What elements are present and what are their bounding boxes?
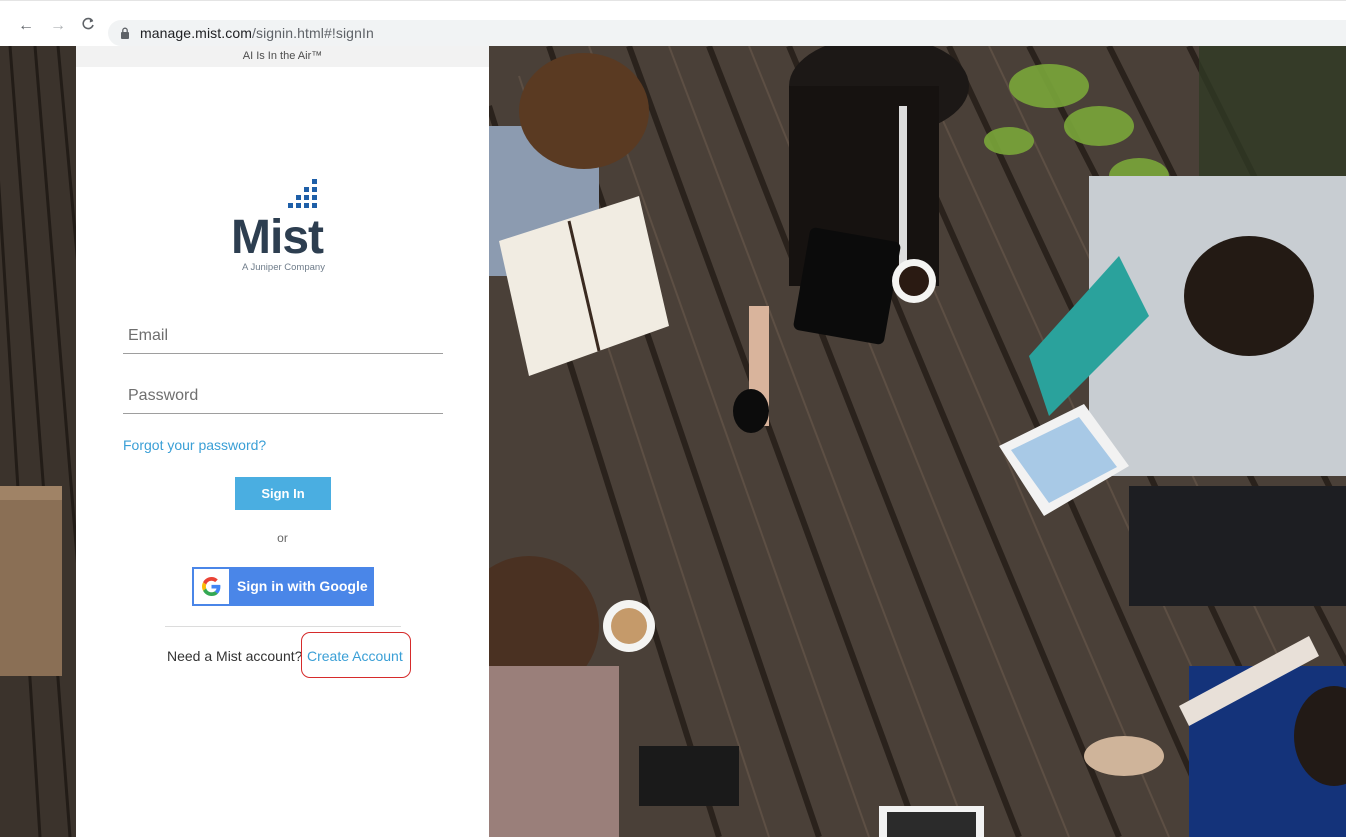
tagline: AI Is In the Air™ — [242, 50, 323, 62]
password-field[interactable] — [123, 378, 443, 414]
tagline-strip: AI Is In the Air™ — [76, 46, 489, 67]
google-icon-container — [194, 569, 229, 604]
divider — [165, 626, 401, 627]
url-text: manage.mist.com/signin.html#!signIn — [140, 25, 374, 41]
email-field[interactable] — [123, 318, 443, 354]
login-panel: AI Is In the Air™ Mist A Juniper Company… — [76, 46, 489, 837]
google-sign-in-button[interactable]: Sign in with Google — [192, 567, 374, 606]
create-account-link[interactable]: Create Account — [307, 648, 403, 664]
lock-icon — [121, 27, 129, 39]
hero-photo — [489, 46, 1346, 837]
logo-subtitle: A Juniper Company — [242, 262, 325, 273]
page-content: AI Is In the Air™ Mist A Juniper Company… — [0, 46, 1346, 837]
or-separator: or — [277, 531, 288, 545]
need-account-text: Need a Mist account? — [167, 648, 303, 664]
forward-icon[interactable]: → — [50, 17, 66, 35]
logo-wordmark: Mist — [231, 211, 324, 264]
mist-logo: Mist A Juniper Company — [231, 176, 336, 276]
background-photo-left — [0, 46, 76, 837]
back-icon[interactable]: ← — [18, 17, 34, 35]
browser-toolbar: ← → manage.mist.com/signin.html#!signIn — [0, 0, 1346, 47]
google-sign-in-label: Sign in with Google — [237, 578, 368, 594]
reload-icon[interactable] — [80, 17, 96, 35]
sign-in-button[interactable]: Sign In — [235, 477, 331, 510]
address-bar[interactable]: manage.mist.com/signin.html#!signIn — [108, 20, 1346, 46]
google-icon — [202, 577, 221, 596]
forgot-password-link[interactable]: Forgot your password? — [123, 437, 266, 453]
